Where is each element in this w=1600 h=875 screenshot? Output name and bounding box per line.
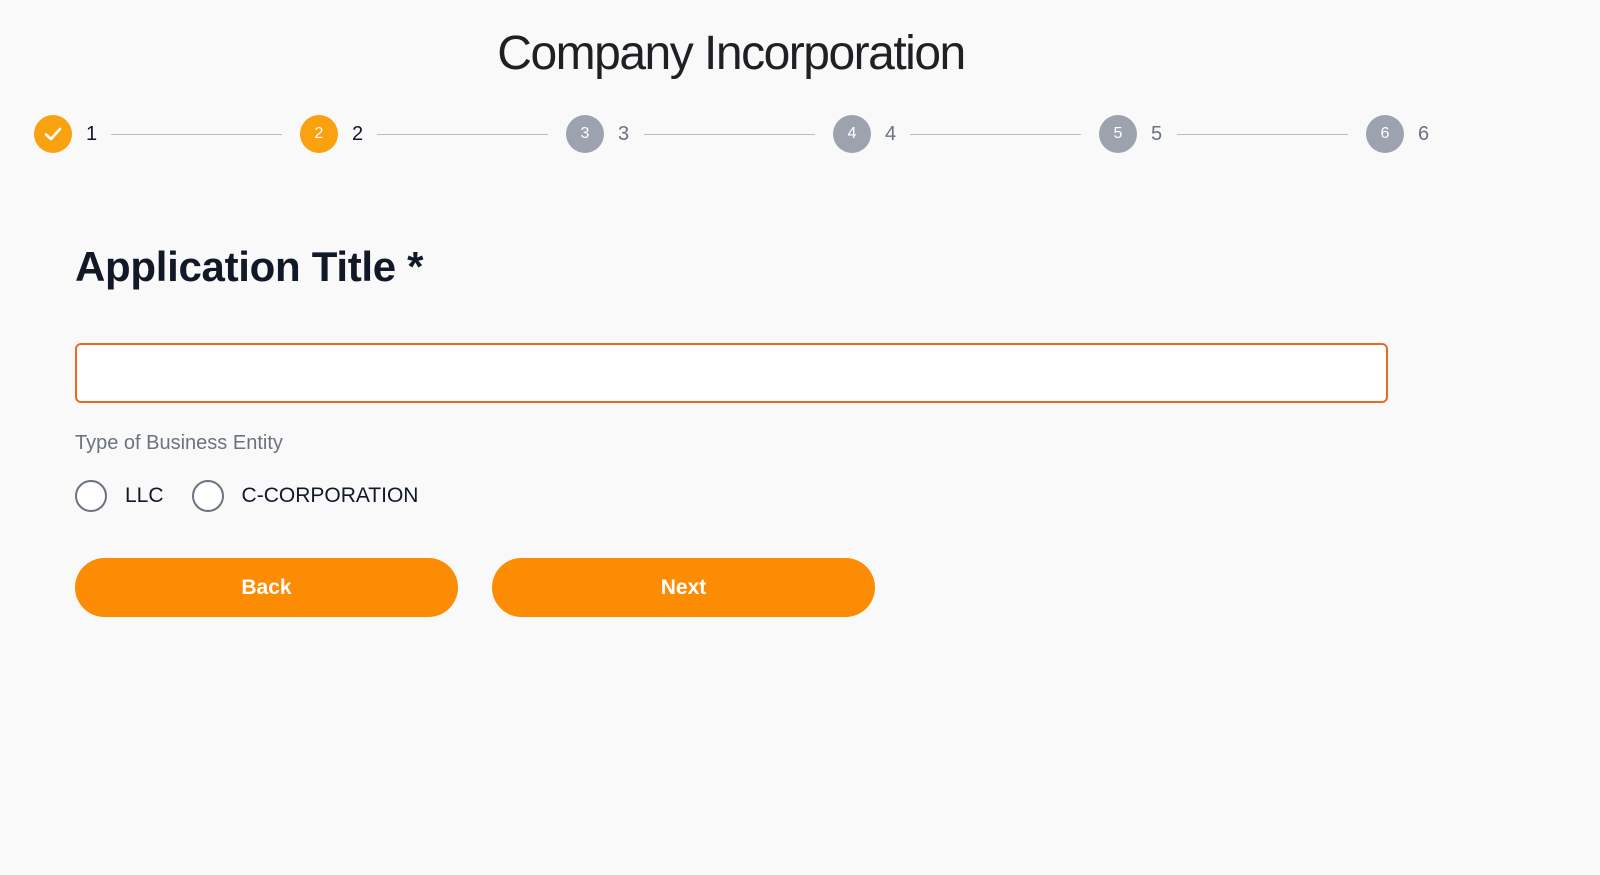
step-3-indicator: 3: [566, 115, 604, 153]
step-2-indicator: 2: [300, 115, 338, 153]
check-icon: [44, 127, 62, 141]
step-connector: [111, 134, 282, 135]
entity-type-label: Type of Business Entity: [75, 432, 283, 454]
progress-stepper: 1 2 2 3 3 4 4 5 5 6 6: [34, 115, 1434, 153]
application-title-heading: Application Title *: [75, 243, 424, 290]
entity-type-radio-group: LLC C-CORPORATION: [75, 480, 446, 512]
step-4-label: 4: [885, 122, 897, 145]
step-6[interactable]: 6 6: [1366, 115, 1429, 153]
step-2-label: 2: [352, 122, 364, 145]
application-title-input[interactable]: [75, 343, 1388, 403]
radio-c-corporation[interactable]: [191, 480, 224, 512]
step-5-indicator: 5: [1099, 115, 1137, 153]
page-title: Company Incorporation: [497, 27, 966, 80]
step-3-label: 3: [618, 122, 630, 145]
incorporation-page: Company Incorporation 1 2 2 3 3 4 4 5 5 …: [0, 0, 1600, 875]
step-5[interactable]: 5 5: [1099, 115, 1162, 153]
back-button[interactable]: Back: [75, 558, 458, 617]
radio-llc[interactable]: [75, 480, 107, 512]
step-connector: [377, 134, 548, 135]
step-connector: [644, 134, 815, 135]
step-1[interactable]: 1: [34, 115, 97, 153]
step-2[interactable]: 2 2: [300, 115, 363, 153]
step-3[interactable]: 3 3: [566, 115, 629, 153]
step-4[interactable]: 4 4: [833, 115, 896, 153]
step-4-indicator: 4: [833, 115, 871, 153]
radio-c-corporation-label: C-CORPORATION: [241, 484, 419, 507]
radio-option-c-corporation[interactable]: C-CORPORATION: [191, 480, 419, 512]
radio-option-llc[interactable]: LLC: [75, 480, 164, 512]
step-6-label: 6: [1418, 122, 1430, 145]
radio-llc-label: LLC: [125, 484, 164, 507]
step-1-label: 1: [86, 122, 98, 145]
step-1-indicator: [34, 115, 72, 153]
step-connector: [1177, 134, 1348, 135]
step-6-indicator: 6: [1366, 115, 1404, 153]
step-5-label: 5: [1151, 122, 1163, 145]
step-connector: [910, 134, 1081, 135]
next-button[interactable]: Next: [492, 558, 875, 617]
